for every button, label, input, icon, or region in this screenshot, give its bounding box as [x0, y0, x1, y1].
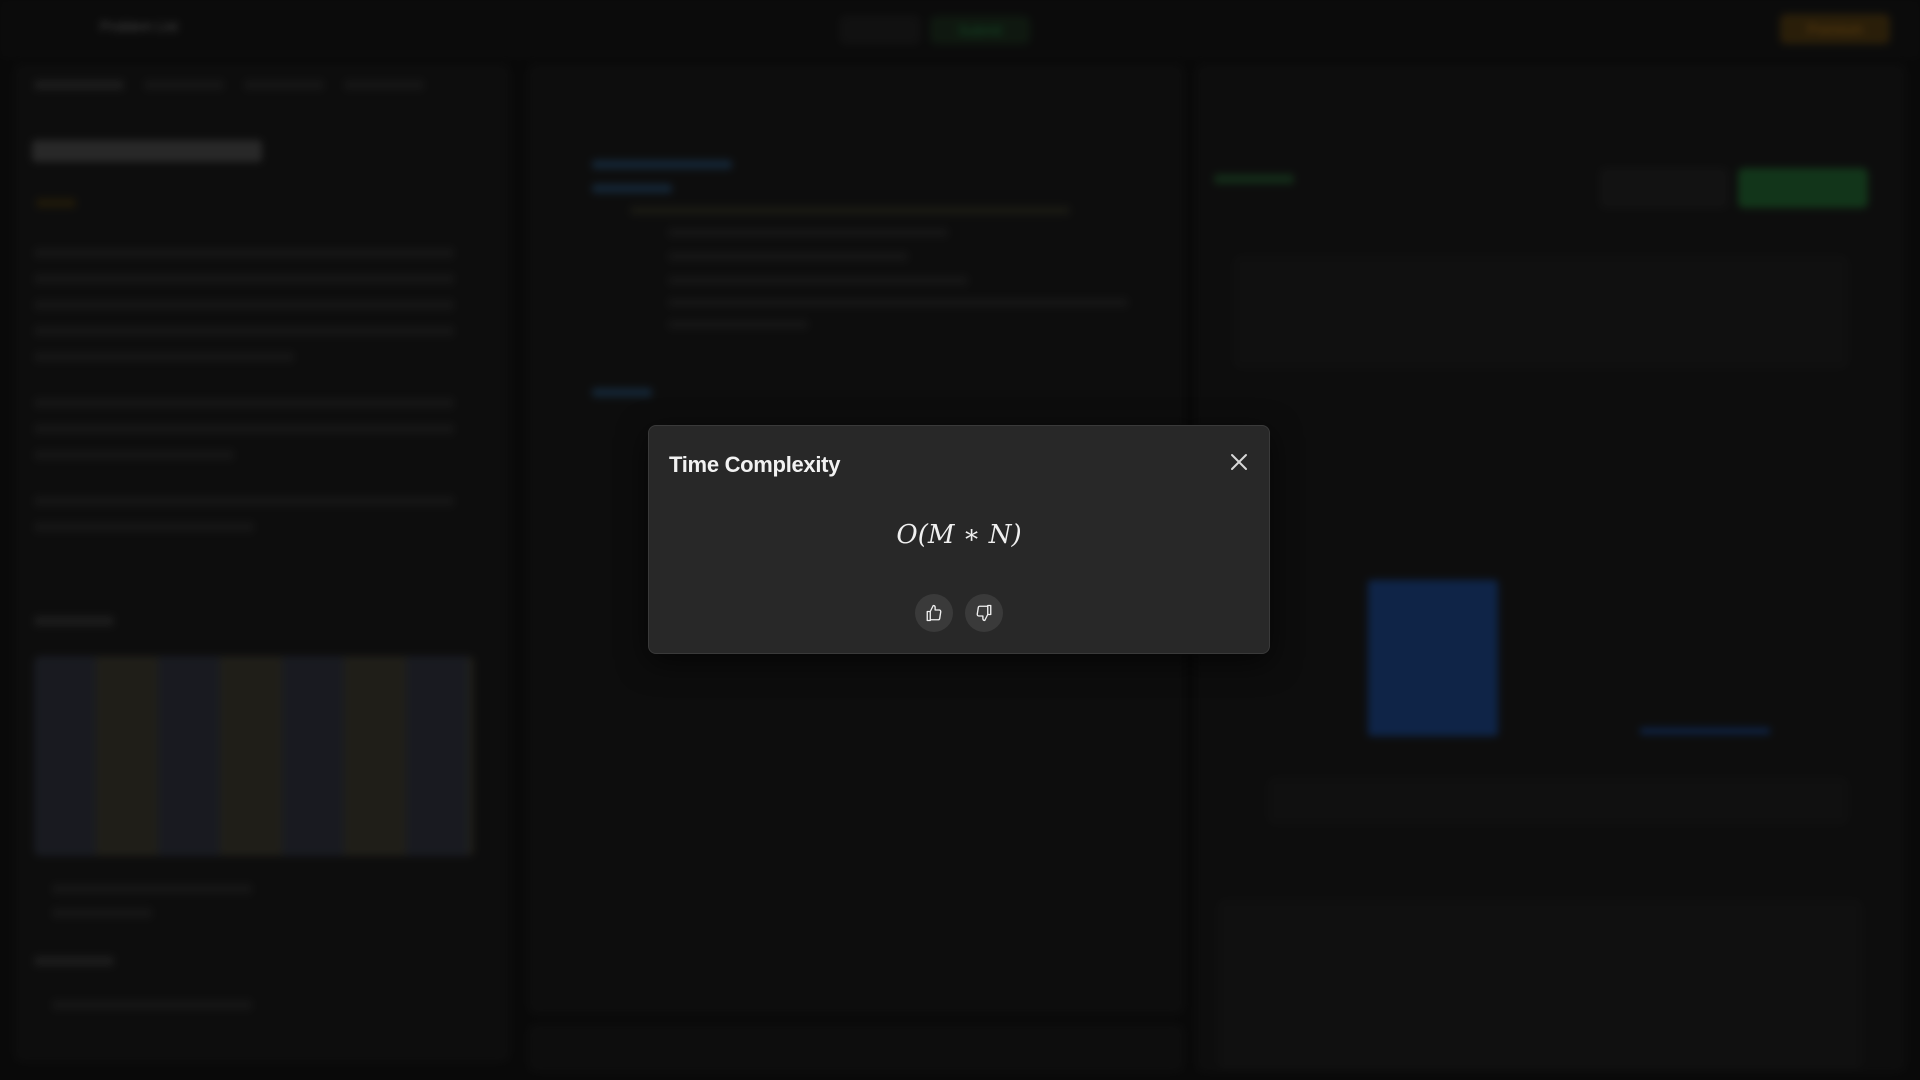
close-button[interactable] — [1225, 448, 1253, 476]
downvote-button[interactable] — [965, 594, 1003, 632]
dialog-title: Time Complexity — [669, 452, 841, 477]
feedback-row — [649, 594, 1269, 632]
thumbs-up-icon — [926, 604, 942, 622]
close-icon — [1231, 454, 1247, 470]
upvote-button[interactable] — [915, 594, 953, 632]
thumbs-down-icon — [976, 604, 992, 622]
complexity-formula: O(M ∗ N) — [896, 520, 1022, 550]
time-complexity-dialog: Time Complexity O(M ∗ N) — [648, 425, 1270, 654]
